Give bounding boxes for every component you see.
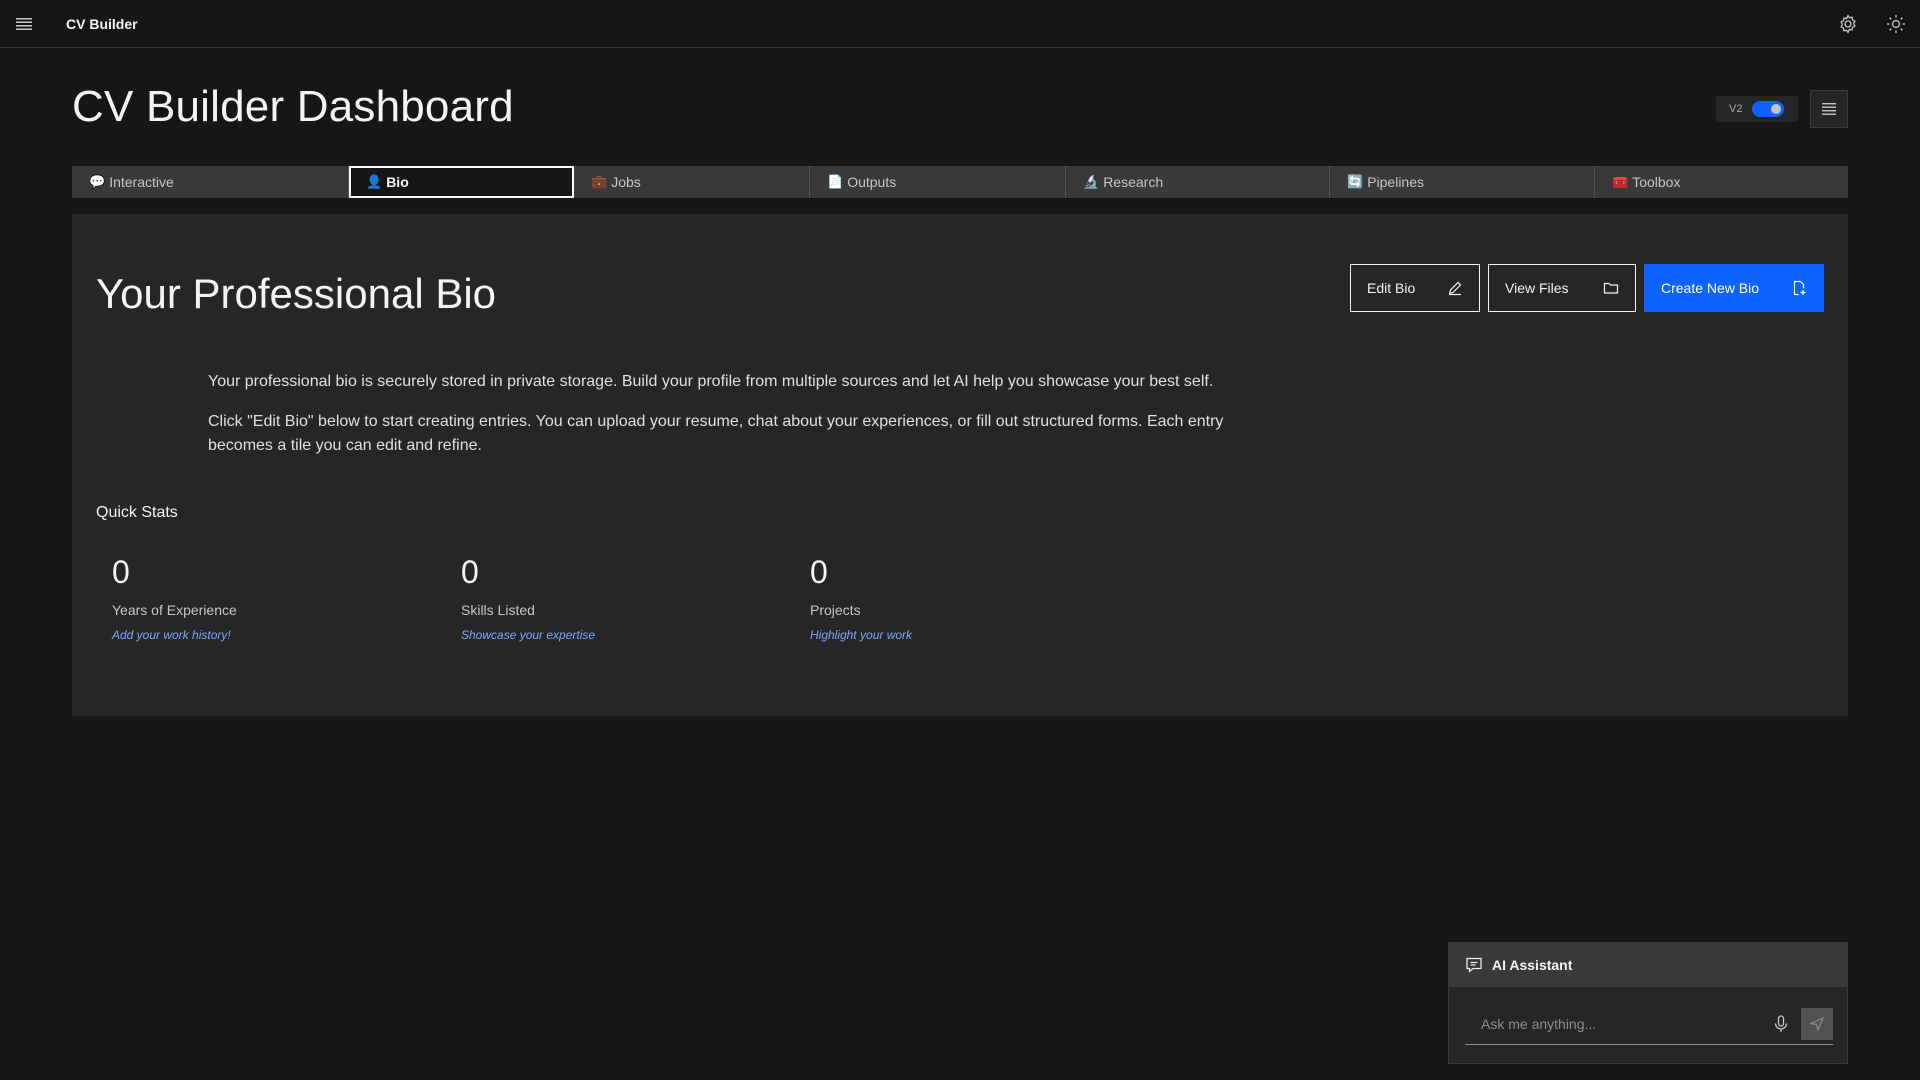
button-label: View Files [1505, 280, 1569, 296]
chat-icon [1465, 956, 1483, 974]
button-label: Edit Bio [1367, 280, 1416, 296]
send-icon [1810, 1016, 1824, 1031]
document-add-icon [1793, 280, 1806, 296]
create-new-bio-button[interactable]: Create New Bio [1644, 264, 1824, 312]
ai-chat-input[interactable] [1465, 1003, 1767, 1044]
page-title: CV Builder Dashboard [72, 82, 514, 131]
speech-bubble-icon: 💬 [89, 174, 106, 189]
folder-icon [1603, 282, 1619, 294]
bio-panel: Your Professional Bio Edit Bio View File… [72, 214, 1848, 716]
stat-hint-link[interactable]: Add your work history! [112, 628, 412, 642]
stat-label: Projects [810, 602, 861, 618]
tab-label: Interactive [109, 174, 174, 190]
document-icon: 📄 [827, 174, 844, 189]
app-name[interactable]: CV Builder [66, 16, 138, 32]
stat-hint-link[interactable]: Highlight your work [810, 628, 1110, 642]
stat-skills-listed: 0 Skills Listed Showcase your expertise [461, 554, 761, 642]
send-button[interactable] [1801, 1007, 1833, 1040]
ai-assistant-title: AI Assistant [1492, 957, 1573, 973]
stat-value: 0 [112, 554, 130, 590]
stat-value: 0 [461, 554, 479, 590]
briefcase-icon: 💼 [591, 174, 608, 189]
tab-toolbox[interactable]: 🧰 Toolbox [1595, 166, 1848, 198]
gear-icon[interactable] [1824, 0, 1872, 48]
ai-assistant-header[interactable]: AI Assistant [1449, 943, 1847, 987]
stat-value: 0 [810, 554, 828, 590]
intro-paragraph: Your professional bio is securely stored… [208, 373, 1214, 390]
sun-icon[interactable] [1872, 0, 1920, 48]
list-icon [1822, 103, 1836, 115]
ai-assistant-panel: AI Assistant [1448, 942, 1848, 1064]
tab-label: Pipelines [1367, 174, 1425, 190]
tab-bio[interactable]: 👤 Bio [349, 166, 574, 198]
tab-research[interactable]: 🔬 Research [1066, 166, 1330, 198]
person-icon: 👤 [366, 174, 383, 189]
stat-hint-link[interactable]: Showcase your expertise [461, 628, 761, 642]
tab-label: Toolbox [1632, 174, 1681, 190]
main-tabs: 💬 Interactive 👤 Bio 💼 Jobs 📄 Outputs 🔬 R… [72, 166, 1848, 198]
tab-label: Research [1103, 174, 1164, 190]
ai-input-row [1465, 1003, 1833, 1045]
refresh-icon: 🔄 [1347, 174, 1364, 189]
edit-bio-button[interactable]: Edit Bio [1350, 264, 1480, 312]
microscope-icon: 🔬 [1083, 174, 1100, 189]
intro-paragraph: Click "Edit Bio" below to start creating… [208, 413, 1224, 454]
quick-stats-title: Quick Stats [96, 504, 178, 521]
toggle-knob [1771, 104, 1782, 114]
view-files-button[interactable]: View Files [1488, 264, 1636, 312]
stat-label: Skills Listed [461, 602, 535, 618]
tab-outputs[interactable]: 📄 Outputs [810, 166, 1066, 198]
tab-label: Jobs [611, 174, 641, 190]
tab-label: Bio [386, 174, 409, 190]
bio-title: Your Professional Bio [96, 270, 497, 317]
tab-label: Outputs [847, 174, 897, 190]
stat-label: Years of Experience [112, 602, 237, 618]
tab-interactive[interactable]: 💬 Interactive [72, 166, 349, 198]
hamburger-menu-icon[interactable] [0, 0, 48, 48]
version-label: V2 [1729, 103, 1743, 115]
pencil-icon [1448, 281, 1462, 296]
microphone-icon[interactable] [1767, 1008, 1795, 1040]
tab-pipelines[interactable]: 🔄 Pipelines [1330, 166, 1595, 198]
stat-years-experience: 0 Years of Experience Add your work hist… [112, 554, 412, 642]
toggle-switch[interactable] [1752, 101, 1785, 117]
button-label: Create New Bio [1661, 280, 1760, 296]
view-menu-button[interactable] [1810, 90, 1848, 128]
toolbox-icon: 🧰 [1612, 174, 1629, 189]
top-header: CV Builder [0, 0, 1920, 48]
tab-jobs[interactable]: 💼 Jobs [574, 166, 810, 198]
version-toggle[interactable]: V2 [1716, 96, 1798, 122]
stat-projects: 0 Projects Highlight your work [810, 554, 1110, 642]
